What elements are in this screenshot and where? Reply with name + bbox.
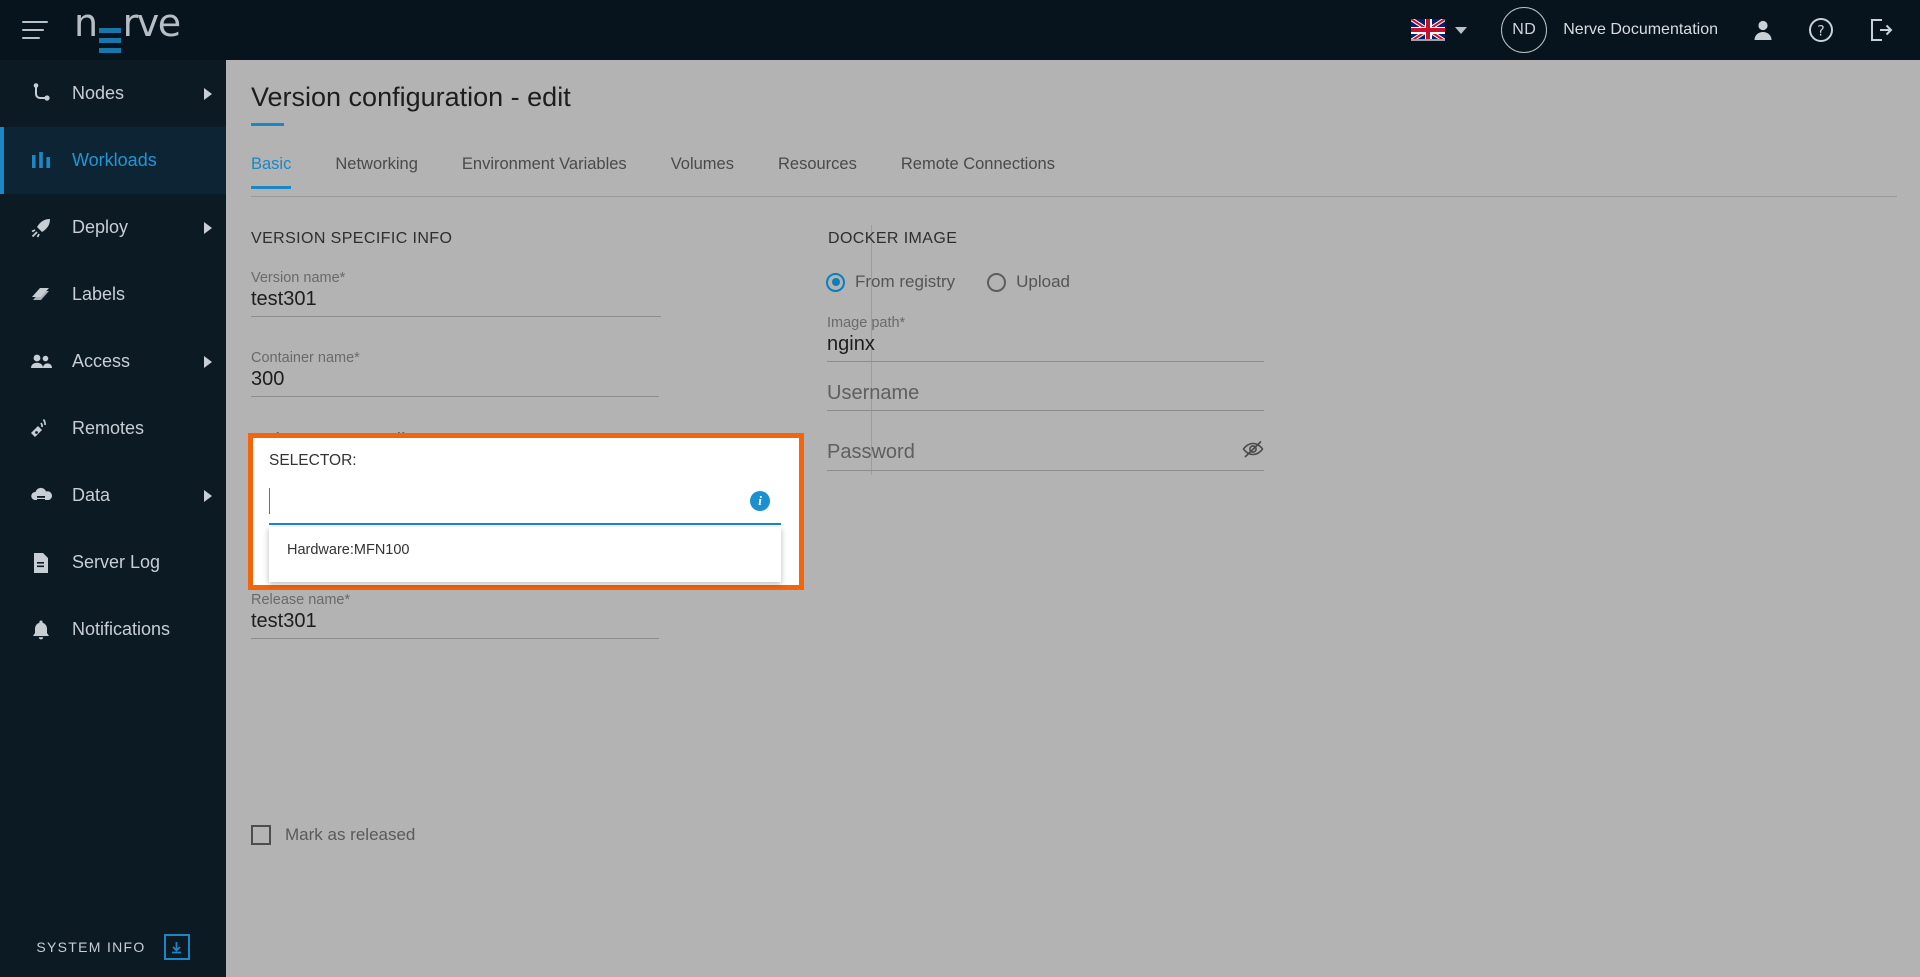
container-name-label: Container name* [251,350,659,366]
dropdown-option-hardware-mfn100[interactable]: Hardware:MFN100 [269,527,781,558]
main-content: Version configuration - edit Basic Netwo… [226,60,1920,977]
tab-networking[interactable]: Networking [335,155,418,188]
version-name-input[interactable]: test301 [251,288,661,317]
sidebar-item-labels[interactable]: Labels [0,261,226,328]
version-section-heading: VERSION SPECIFIC INFO [251,230,452,248]
document-icon [26,551,56,575]
info-icon[interactable]: i [750,491,770,511]
label-tag-icon [26,283,56,307]
version-name-field[interactable]: Version name* test301 [251,270,661,317]
svg-text:?: ? [1817,24,1824,40]
sidebar-item-notifications[interactable]: Notifications [0,596,226,663]
checkbox-box[interactable] [251,825,271,845]
sidebar-item-label: Deploy [72,217,128,238]
sidebar-item-label: Data [72,485,110,506]
users-icon [26,350,56,374]
chevron-down-icon[interactable] [1455,27,1467,34]
eye-off-icon[interactable] [1242,439,1264,465]
selector-input[interactable]: i [269,485,781,525]
sidebar-item-label: Notifications [72,619,170,640]
image-source-radio-group: From registry Upload [826,272,1070,292]
system-info-label: SYSTEM INFO [36,939,145,955]
tab-remote-connections[interactable]: Remote Connections [901,155,1055,188]
release-name-label: Release name* [251,592,659,608]
release-name-input[interactable]: test301 [251,610,659,639]
page-title-underline [251,123,284,126]
radio-dot-icon [826,273,845,292]
sidebar-item-server-log[interactable]: Server Log [0,529,226,596]
sidebar-item-nodes[interactable]: Nodes [0,60,226,127]
selector-highlight-box: SELECTOR: i Hardware:MFN100 [248,433,804,590]
radio-from-registry[interactable]: From registry [826,272,955,292]
sidebar-item-label: Server Log [72,552,160,573]
radio-upload-label: Upload [1016,272,1070,292]
sidebar-item-label: Labels [72,284,125,305]
avatar[interactable]: ND [1501,7,1547,53]
tab-volumes[interactable]: Volumes [671,155,734,188]
selector-label: SELECTOR: [269,452,357,470]
tab-bar: Basic Networking Environment Variables V… [251,155,1897,197]
nerve-logo[interactable]: n rve [74,1,180,59]
sidebar: Nodes Workloads Deploy [0,60,226,977]
sidebar-item-label: Access [72,351,130,372]
registry-username-input[interactable]: Username [827,382,1264,411]
container-name-input[interactable]: 300 [251,368,659,397]
uk-flag-icon [1411,19,1445,41]
image-path-label: Image path* [827,315,1264,331]
sidebar-item-remotes[interactable]: Remotes [0,395,226,462]
version-name-label: Version name* [251,270,661,286]
logout-icon[interactable] [1868,17,1894,43]
question-mark-icon[interactable]: ? [1808,17,1834,43]
image-path-field[interactable]: Image path* nginx [827,315,1264,362]
remote-icon [26,417,56,441]
tab-basic[interactable]: Basic [251,155,291,188]
top-bar-right-group: ND Nerve Documentation ? [1411,0,1920,60]
avatar-initials: ND [1512,21,1536,39]
registry-username-field[interactable]: Username [827,382,1264,411]
download-box-icon[interactable] [164,934,190,960]
mark-as-released-checkbox[interactable]: Mark as released [251,825,415,845]
docker-section-heading: DOCKER IMAGE [828,230,957,248]
chevron-right-icon[interactable] [204,490,212,502]
release-name-field[interactable]: Release name* test301 [251,592,659,639]
sidebar-item-access[interactable]: Access [0,328,226,395]
sidebar-item-workloads[interactable]: Workloads [0,127,226,194]
text-caret [269,488,270,514]
image-path-input[interactable]: nginx [827,333,1264,362]
radio-upload[interactable]: Upload [987,272,1070,292]
page-title: Version configuration - edit [251,82,571,113]
sidebar-item-deploy[interactable]: Deploy [0,194,226,261]
container-name-field[interactable]: Container name* 300 [251,350,659,397]
mark-as-released-label: Mark as released [285,825,415,845]
chevron-right-icon[interactable] [204,88,212,100]
language-selector[interactable] [1411,19,1467,41]
person-icon[interactable] [1752,18,1774,42]
nodes-icon [26,82,56,106]
logo-bars-icon [99,26,121,56]
radio-dot-icon [987,273,1006,292]
radio-from-registry-label: From registry [855,272,955,292]
username-label: Nerve Documentation [1563,21,1718,39]
top-bar: n rve ND Nerve Documentation [0,0,1920,60]
registry-password-input[interactable]: Password [827,441,915,464]
rocket-icon [26,216,56,240]
tab-resources[interactable]: Resources [778,155,857,188]
sidebar-item-label: Workloads [72,150,157,171]
hamburger-menu-icon[interactable] [22,18,52,42]
tab-environment-variables[interactable]: Environment Variables [462,155,627,188]
chevron-right-icon[interactable] [204,222,212,234]
cloud-data-icon [26,484,56,508]
registry-password-field[interactable]: Password [827,439,1264,471]
workloads-icon [26,149,56,173]
sidebar-item-label: Remotes [72,418,144,439]
sidebar-item-data[interactable]: Data [0,462,226,529]
sidebar-item-label: Nodes [72,83,124,104]
bell-icon [26,618,56,642]
system-info-button[interactable]: SYSTEM INFO [0,917,226,977]
chevron-right-icon[interactable] [204,356,212,368]
selector-dropdown-list: Hardware:MFN100 [269,527,781,582]
